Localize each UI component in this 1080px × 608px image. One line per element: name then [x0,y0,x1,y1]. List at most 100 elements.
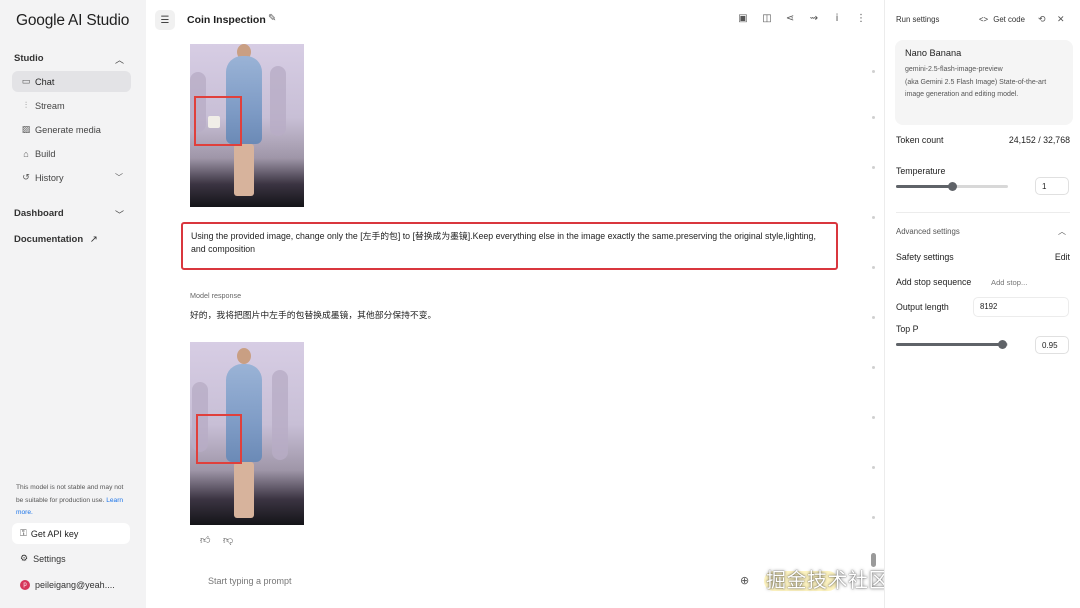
collapse-sidebar-button[interactable]: ☰ [155,10,175,30]
history-icon: ↺ [22,172,30,182]
top-p-slider-fill [896,343,1003,346]
api-key-label: Get API key [30,528,79,539]
edit-title-icon[interactable]: ✎ [268,13,276,24]
dashboard-link[interactable]: Dashboard [14,208,64,219]
reset-icon[interactable]: ⟲ [1038,14,1046,25]
sidebar-item-generate-media[interactable]: ▨ Generate media [12,119,131,140]
safety-edit-button[interactable]: Edit [1055,252,1070,262]
thumbs-down-icon[interactable]: 👎︎ [223,534,233,546]
thumbs-up-icon[interactable]: 👍︎ [200,534,210,546]
highlight-box [194,96,242,146]
sidebar-item-label: Stream [35,100,65,111]
build-icon: ⌂ [23,148,29,159]
info-icon[interactable]: ⅰ [831,13,843,24]
scroll-marker [872,216,875,219]
settings-label: Settings [33,553,66,564]
top-p-input[interactable]: 0.95 [1035,336,1069,354]
stop-sequence-input[interactable] [985,273,1069,291]
account-button[interactable]: p peileigang@yeah.... [20,580,115,590]
sidebar-item-label: Build [35,148,56,159]
chat-area: Using the provided image, change only th… [146,40,884,608]
scroll-marker [872,516,875,519]
scroll-marker [872,116,875,119]
media-icon: ▨ [21,124,31,134]
sidebar-item-label: Generate media [35,124,101,135]
chevron-down-icon[interactable]: ﹀ [115,208,124,221]
model-description: (aka Gemini 2.5 Flash Image) State-of-th… [905,78,1047,99]
uploaded-image[interactable] [190,44,304,207]
output-length-label: Output length [896,302,949,312]
advanced-settings-toggle[interactable]: Advanced settings [896,227,960,236]
model-legs [234,462,254,518]
menu-icon: ☰ [160,14,170,26]
scroll-marker [872,266,875,269]
chat-scrollbar[interactable] [870,58,876,567]
key-icon: ⚿ [20,528,27,538]
highlight-box [196,414,242,464]
add-media-icon[interactable]: ⊕ [740,574,749,587]
chevron-up-icon[interactable]: ︿ [115,53,124,66]
user-prompt: Using the provided image, change only th… [181,222,838,270]
sidebar-item-stream[interactable]: ⫶ Stream [12,95,131,116]
avatar: p [20,580,30,590]
get-code-button[interactable]: <> Get code [979,15,1025,24]
run-settings-title: Run settings [896,15,940,24]
temperature-slider-handle[interactable] [948,182,957,191]
get-api-key-button[interactable]: ⚿ Get API key [12,523,130,544]
save-icon[interactable]: ▣ [737,13,749,24]
model-name: Nano Banana [905,48,962,58]
more-options-icon[interactable]: ⋮ [855,13,867,24]
settings-button[interactable]: ⚙ Settings [20,553,66,564]
temperature-input[interactable]: 1 [1035,177,1069,195]
documentation-link[interactable]: Documentation ↗ [14,234,98,245]
top-p-slider-handle[interactable] [998,340,1008,349]
user-email: peileigang@yeah.... [35,580,115,590]
sidebar-item-chat[interactable]: ▭ Chat [12,71,131,92]
left-sidebar: Google AI Studio Studio ︿ ▭ Chat ⫶ Strea… [0,0,146,608]
model-response-text: 好的，我将把图片中左手的包替换成墨镜，其他部分保持不变。 [190,310,437,320]
scroll-marker [872,166,875,169]
external-link-icon: ↗ [89,234,98,245]
run-settings-panel: Run settings <> Get code ⟲ ✕ Nano Banana… [884,0,1080,608]
prompt-input[interactable] [190,566,750,596]
output-length-input[interactable]: 8192 [973,297,1069,317]
prompt-input-bar: ⊕ [190,566,840,596]
token-count-label: Token count [896,135,944,145]
model-disclaimer: This model is not stable and may not be … [16,482,126,520]
compare-icon[interactable]: ◫ [761,13,773,24]
chat-icon: ▭ [21,76,31,86]
chevron-down-icon: ﹀ [115,173,123,182]
studio-section-title[interactable]: Studio [14,53,44,64]
gear-icon: ⚙ [20,553,29,563]
stream-icon: ⫶ [24,100,28,110]
top-p-slider[interactable] [896,340,1008,349]
token-count-value: 24,152 / 32,768 [1008,135,1070,145]
scroll-marker [872,416,875,419]
temperature-label: Temperature [896,166,946,176]
model-legs [234,144,254,196]
close-icon[interactable]: ✕ [1057,14,1065,25]
branch-icon[interactable]: ⇝ [808,13,820,24]
scroll-marker [872,316,875,319]
app-logo[interactable]: Google AI Studio [16,12,129,30]
code-icon: <> [979,15,989,24]
divider [896,212,1070,213]
model-selector[interactable]: Nano Banana gemini-2.5-flash-image-previ… [895,40,1073,125]
share-icon[interactable]: ⋖ [784,13,796,24]
user-prompt-text: Using the provided image, change only th… [191,231,816,254]
generated-image[interactable] [190,342,304,525]
top-p-label: Top P [896,324,919,334]
scroll-marker [872,70,875,73]
sidebar-item-build[interactable]: ⌂ Build [12,143,131,164]
chevron-up-icon[interactable]: ︿ [1058,226,1066,237]
documentation-label: Documentation [14,234,84,245]
model-head [237,348,251,364]
temperature-slider[interactable] [896,182,1008,191]
background-figure [272,370,288,460]
scroll-marker [872,366,875,369]
sidebar-item-history[interactable]: ↺ History ﹀ [12,167,131,188]
temperature-slider-fill [896,185,952,188]
sidebar-item-label: Chat [35,76,55,87]
get-code-label: Get code [993,15,1025,24]
stop-sequence-label: Add stop sequence [896,277,972,287]
